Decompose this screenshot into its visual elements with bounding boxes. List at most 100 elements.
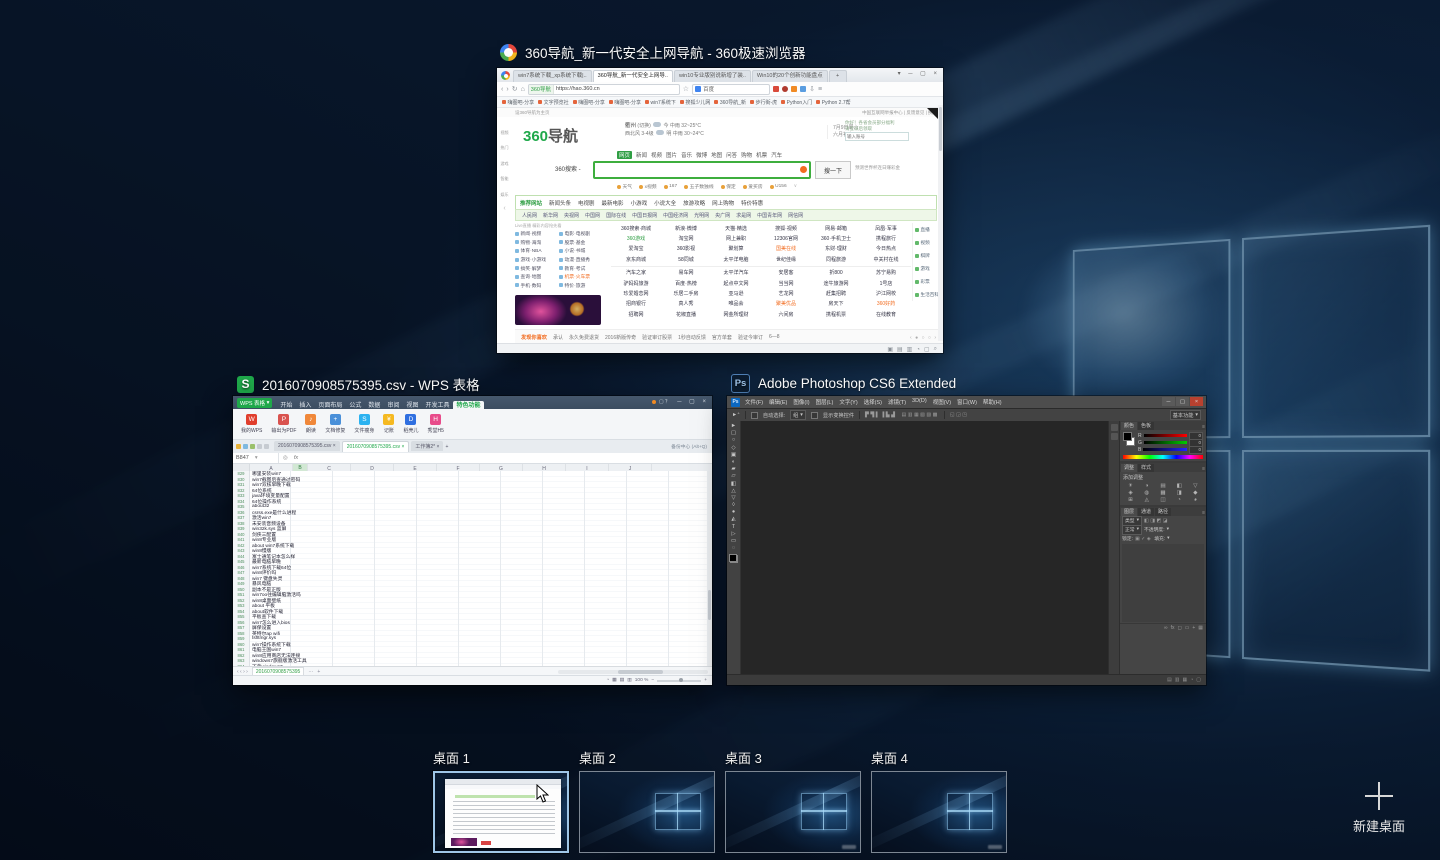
desktop-3-thumbnail[interactable] <box>725 771 861 853</box>
status-icon: ▥ <box>907 346 913 353</box>
search-tab: 图片 <box>666 151 677 159</box>
bookmark-item: 嗨图吧-分享 <box>573 99 605 106</box>
maximize-icon: ▢ <box>1176 397 1189 406</box>
news-site-link: 国际在线 <box>606 212 626 219</box>
wps-ribbon-tab: 审阅 <box>384 401 402 411</box>
desktop-2-thumbnail[interactable] <box>579 771 715 853</box>
adjustment-icon: ◫ <box>1155 497 1170 503</box>
photoshop-window-thumbnail[interactable]: Ps 文件(F)编辑(E)图像(I)图层(L)文字(Y)选择(S)滤镜(T)3D… <box>727 396 1206 685</box>
tool-icon: ▷ <box>731 531 735 537</box>
adjustments-panel: 调整 样式 ≡ 添加调整 ☀◑▤◧▽◈◍▦◨◆⊞◬◫◔◕ <box>1120 463 1206 505</box>
page-topbar: 设360导航为主页 中国互联网举报中心 | 反馈意见 | 换肤 <box>497 108 943 117</box>
zoom-in-icon: + <box>704 678 707 683</box>
category-icon <box>559 249 563 253</box>
close-icon: × <box>1190 397 1203 406</box>
tab-styles: 样式 <box>1138 464 1154 472</box>
category-icon <box>559 266 563 270</box>
refresh-icon: ↻ <box>512 85 518 93</box>
bookmark-item: 360导航_新 <box>714 99 746 106</box>
cloud-icon <box>653 122 661 127</box>
quick-link: 五子数独线 <box>684 183 714 190</box>
site-link: 唯品会 <box>711 299 761 309</box>
site-link: 聚美优品 <box>761 299 811 309</box>
wps-ribbon-tab: 公式 <box>346 401 364 411</box>
category-tab: 电视剧 <box>578 199 595 207</box>
ps-thumbnail-header: Ps Adobe Photoshop CS6 Extended <box>731 374 956 393</box>
adjustment-icon: ◍ <box>1139 490 1154 496</box>
main-search-input <box>593 161 811 179</box>
search-tab: 购物 <box>741 151 752 159</box>
search-engine-icon <box>695 86 701 92</box>
category-nav-bar: 推荐网站新闻头条电视剧最新电影小游戏小说大全旅游攻略网上购物特价特惠 <box>515 195 937 209</box>
wps-thumbnail-header: S 2016070908575395.csv - WPS 表格 <box>237 374 480 394</box>
news-site-link: 中国经济网 <box>663 212 688 219</box>
wps-ribbon-tab: 插入 <box>296 401 314 411</box>
ps-logo-icon: Ps <box>731 398 740 407</box>
tab-color: 颜色 <box>1121 422 1137 430</box>
wps-ribbon-tab: 开始 <box>277 401 295 411</box>
site-link: 1号店 <box>861 278 911 288</box>
view-icon: ▥ <box>627 678 632 683</box>
desktop-4-thumbnail[interactable] <box>871 771 1007 853</box>
adjustment-icon: ◈ <box>1123 490 1138 496</box>
adjustment-icon: ◑ <box>1139 483 1154 489</box>
category-tab: 网上购物 <box>712 199 734 207</box>
ps-menu-item: 3D(D) <box>912 398 927 406</box>
wps-icon: S <box>237 376 254 393</box>
browser-360-icon <box>500 44 517 61</box>
quick-links-row: 天气x视频167五子数独线保定爱买房U156 ∨ <box>617 183 797 190</box>
site-link: 京东商城 <box>611 254 661 264</box>
star-icon: ☆ <box>683 85 689 93</box>
view-icon: ◔ <box>606 678 609 683</box>
site-link: 同程旅游 <box>811 254 861 264</box>
bookmark-favicon <box>609 100 613 104</box>
site-link: 太平洋汽车 <box>711 268 761 278</box>
browser-window-thumbnail[interactable]: win7系统下载_xp系统下载|..360导航_新一代安全上网导..win10专… <box>497 68 943 353</box>
site-link: 沪江网校 <box>861 288 911 298</box>
site-link: 搜狐·视频 <box>761 223 811 233</box>
quick-link-icon <box>617 185 621 189</box>
category-tab: 新闻头条 <box>549 199 571 207</box>
browser-page-hao360: 设360导航为主页 中国互联网举报中心 | 反馈意见 | 换肤 视频 热门 <box>497 108 943 343</box>
tool-icon: ◊ <box>732 502 735 508</box>
auto-select-checkbox <box>751 412 758 419</box>
camera-search-icon <box>800 166 807 173</box>
wps-cell-grid: 829 哪里安装win7 830 win7截图后查通过密码 831 win7双核… <box>233 471 707 669</box>
wps-ribbon-tab: 数据 <box>365 401 383 411</box>
quick-link-icon <box>743 185 747 189</box>
layers-list-empty <box>1122 544 1204 622</box>
news-site-link: 央广网 <box>715 212 730 219</box>
wps-window-thumbnail[interactable]: WPS 表格 ▾ 开始插入页面布局公式数据审阅视图开发工具特色功能 ▢ ？ ─ … <box>233 396 712 685</box>
status-icon: ◔ <box>916 347 920 353</box>
fg-bg-swatches <box>1123 432 1135 446</box>
bookmark-item: Python入门 <box>781 99 812 106</box>
wps-ribbon-button: H 秀堂H5 <box>427 414 443 434</box>
left-category-link: 教育·考试 <box>559 264 601 272</box>
redo-icon <box>264 444 269 449</box>
site-links-grid: 360搜索·商城新浪·微博天猫·精选搜狐·视频网易·邮箱凤凰·军事360游戏淘宝… <box>611 223 911 320</box>
quick-link: 爱买房 <box>743 183 763 190</box>
show-transform-label: 显示变换控件 <box>823 412 854 419</box>
discover-link: 永久免费退货 <box>569 334 599 341</box>
ps-menu-item: 编辑(E) <box>769 398 787 406</box>
category-tab: 最新电影 <box>602 199 624 207</box>
zoom-slider <box>657 680 701 682</box>
wps-ribbon-button: D 稻壳儿 <box>403 414 418 434</box>
wps-user-area: ▢ ？ <box>652 398 670 405</box>
ps-window-controls: ─ ▢ × <box>1162 397 1203 406</box>
browser-tab: win10专业版别说新增了装.. <box>674 70 751 82</box>
auto-select-label: 自动选择: <box>763 412 785 419</box>
new-desktop-button[interactable]: 新建桌面 <box>1353 782 1405 835</box>
left-category-link: 电影·电视剧 <box>559 230 601 238</box>
wps-ribbon-button: S 文件瘦身 <box>354 414 374 434</box>
tab-paths: 路径 <box>1155 508 1171 516</box>
quick-link: 保定 <box>721 183 736 190</box>
site-link: 爱淘宝 <box>611 244 661 254</box>
site-link: 淘宝网 <box>661 233 711 243</box>
adjustment-icon: ⊞ <box>1123 497 1138 503</box>
wps-ribbon-tab: 开发工具 <box>422 401 452 411</box>
site-link: 珍爱婚恋网 <box>611 288 661 298</box>
site-link: 亚马逊 <box>711 288 761 298</box>
bookmark-favicon <box>538 100 542 104</box>
left-category-link: 搞笑·解梦 <box>515 264 557 272</box>
